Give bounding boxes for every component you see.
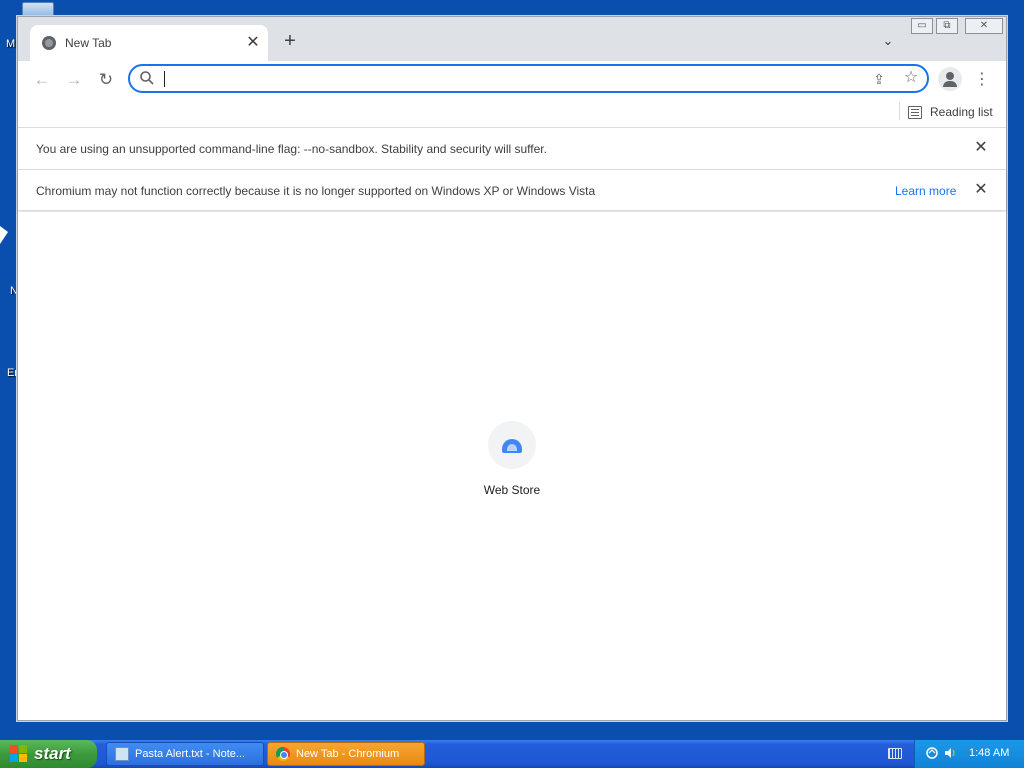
title-bar[interactable]: New Tab ✕ + ⌄ ▭ ⧉ ✕ [18,17,1006,61]
tab-title: New Tab [65,36,112,50]
windows-logo-icon [10,745,28,763]
address-input[interactable] [163,69,863,89]
system-tray: 1:48 AM [914,740,1024,768]
network-icon[interactable] [925,746,939,760]
reading-list-label: Reading list [930,105,993,119]
taskbar: start Pasta Alert.txt - Note... New Tab … [0,740,1024,768]
taskbar-item-notepad[interactable]: Pasta Alert.txt - Note... [106,742,264,766]
taskbar-item-label: Pasta Alert.txt - Note... [135,748,246,760]
infobar-text: You are using an unsupported command-lin… [36,142,547,156]
minimize-button[interactable]: ▭ [911,18,933,34]
taskbar-item-label: New Tab - Chromium [296,748,400,760]
close-icon[interactable]: ✕ [972,139,990,157]
tab-search-chevron-icon[interactable]: ⌄ [878,31,898,51]
reading-list-icon [908,105,922,119]
restore-button[interactable]: ⧉ [936,18,958,34]
address-bar[interactable]: ⇪ ☆ [128,64,929,93]
taskbar-item-chromium[interactable]: New Tab - Chromium [267,742,425,766]
mouse-cursor-icon [0,226,8,244]
volume-icon[interactable] [943,746,957,760]
globe-icon [42,36,56,50]
infobar-text: Chromium may not function correctly beca… [36,184,596,198]
text-caret [164,71,165,87]
new-tab-button[interactable]: + [280,31,300,51]
start-button[interactable]: start [0,740,97,768]
desktop-icon-label[interactable]: M [6,38,15,50]
bookmarks-separator [899,102,900,120]
share-icon[interactable]: ⇪ [869,69,889,89]
keyboard-icon[interactable] [888,748,902,759]
profile-avatar-icon[interactable] [938,67,962,91]
learn-more-link[interactable]: Learn more [895,184,956,198]
infobar-os-warning: Chromium may not function correctly beca… [18,169,1006,211]
close-icon[interactable]: ✕ [972,181,990,199]
bookmarks-bar: Reading list [18,99,1006,127]
new-tab-page: Web Store [18,212,1006,720]
menu-dots-icon[interactable]: ⋮ [972,67,992,93]
web-store-icon [502,439,522,453]
toolbar: ← → ↻ ⇪ ☆ ⋮ [18,61,1006,99]
shortcut-tile [488,421,536,469]
infobar-sandbox-warning: You are using an unsupported command-lin… [18,127,1006,169]
chromium-icon [276,747,290,761]
back-arrow-icon[interactable]: ← [29,67,55,93]
forward-arrow-icon[interactable]: → [61,67,87,93]
tab-new-tab[interactable]: New Tab ✕ [30,25,268,61]
start-label: start [34,744,71,763]
close-window-button[interactable]: ✕ [965,18,1003,34]
search-icon [140,71,154,85]
bookmark-star-icon[interactable]: ☆ [901,68,921,88]
close-tab-icon[interactable]: ✕ [244,34,262,52]
shortcut-label: Web Store [483,483,541,497]
browser-window: New Tab ✕ + ⌄ ▭ ⧉ ✕ ← → ↻ ⇪ ☆ ⋮ Reading … [17,16,1007,721]
shortcut-web-store[interactable]: Web Store [472,417,552,497]
reading-list-button[interactable]: Reading list [908,102,993,122]
reload-icon[interactable]: ↻ [93,67,119,93]
notepad-icon [115,747,129,761]
clock[interactable]: 1:48 AM [969,747,1009,759]
